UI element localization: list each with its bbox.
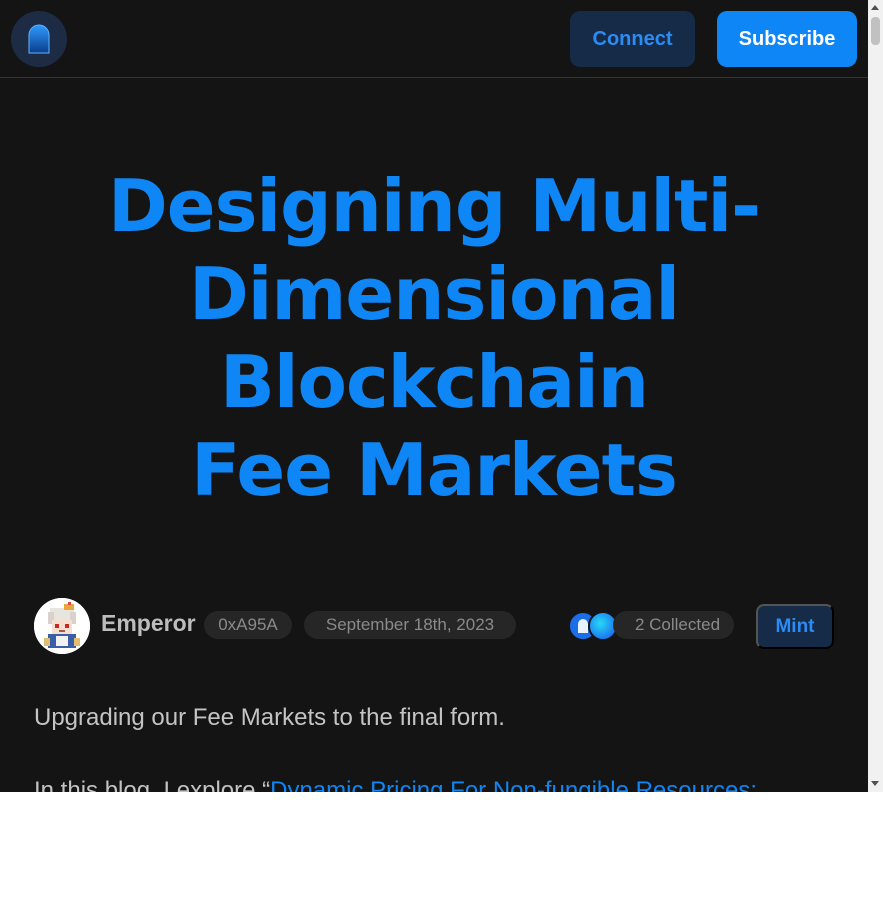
paragraph-text: In this blog, I explore “	[34, 777, 271, 792]
article-lead: Upgrading our Fee Markets to the final f…	[34, 704, 505, 731]
subscribe-button[interactable]: Subscribe	[717, 11, 857, 67]
title-line: Designing Multi-	[107, 164, 761, 248]
top-bar: Connect Subscribe	[0, 0, 868, 78]
title-line: Blockchain	[219, 340, 649, 424]
mint-button[interactable]: Mint	[756, 604, 834, 649]
arch-logo-icon	[28, 24, 50, 54]
author-avatar[interactable]	[34, 598, 90, 654]
pixel-avatar-icon	[34, 598, 90, 654]
title-line: Dimensional	[188, 252, 680, 336]
title-line: Fee Markets	[191, 428, 678, 512]
collected-count[interactable]: 2 Collected	[613, 611, 734, 639]
scroll-thumb[interactable]	[871, 17, 880, 45]
author-address-badge[interactable]: 0xA95A	[204, 611, 292, 639]
article-meta: Emperor 0xA95A September 18th, 2023 2 Co…	[0, 598, 868, 654]
logo-icon[interactable]	[11, 11, 67, 67]
vertical-scrollbar[interactable]	[868, 0, 883, 792]
scroll-down-icon[interactable]	[871, 781, 879, 786]
scroll-up-icon[interactable]	[871, 5, 879, 10]
connect-button[interactable]: Connect	[570, 11, 695, 67]
article-title: Designing Multi- Dimensional Blockchain …	[40, 162, 828, 514]
publish-date: September 18th, 2023	[304, 611, 516, 639]
paper-link[interactable]: Dynamic Pricing For Non-fungible Resourc…	[270, 777, 757, 792]
article-paragraph: In this blog, I explore “Dynamic Pricing…	[34, 777, 854, 792]
author-name[interactable]: Emperor	[101, 610, 196, 637]
page-viewport: Connect Subscribe Designing Multi- Dimen…	[0, 0, 868, 792]
collector-avatars[interactable]	[568, 611, 618, 641]
